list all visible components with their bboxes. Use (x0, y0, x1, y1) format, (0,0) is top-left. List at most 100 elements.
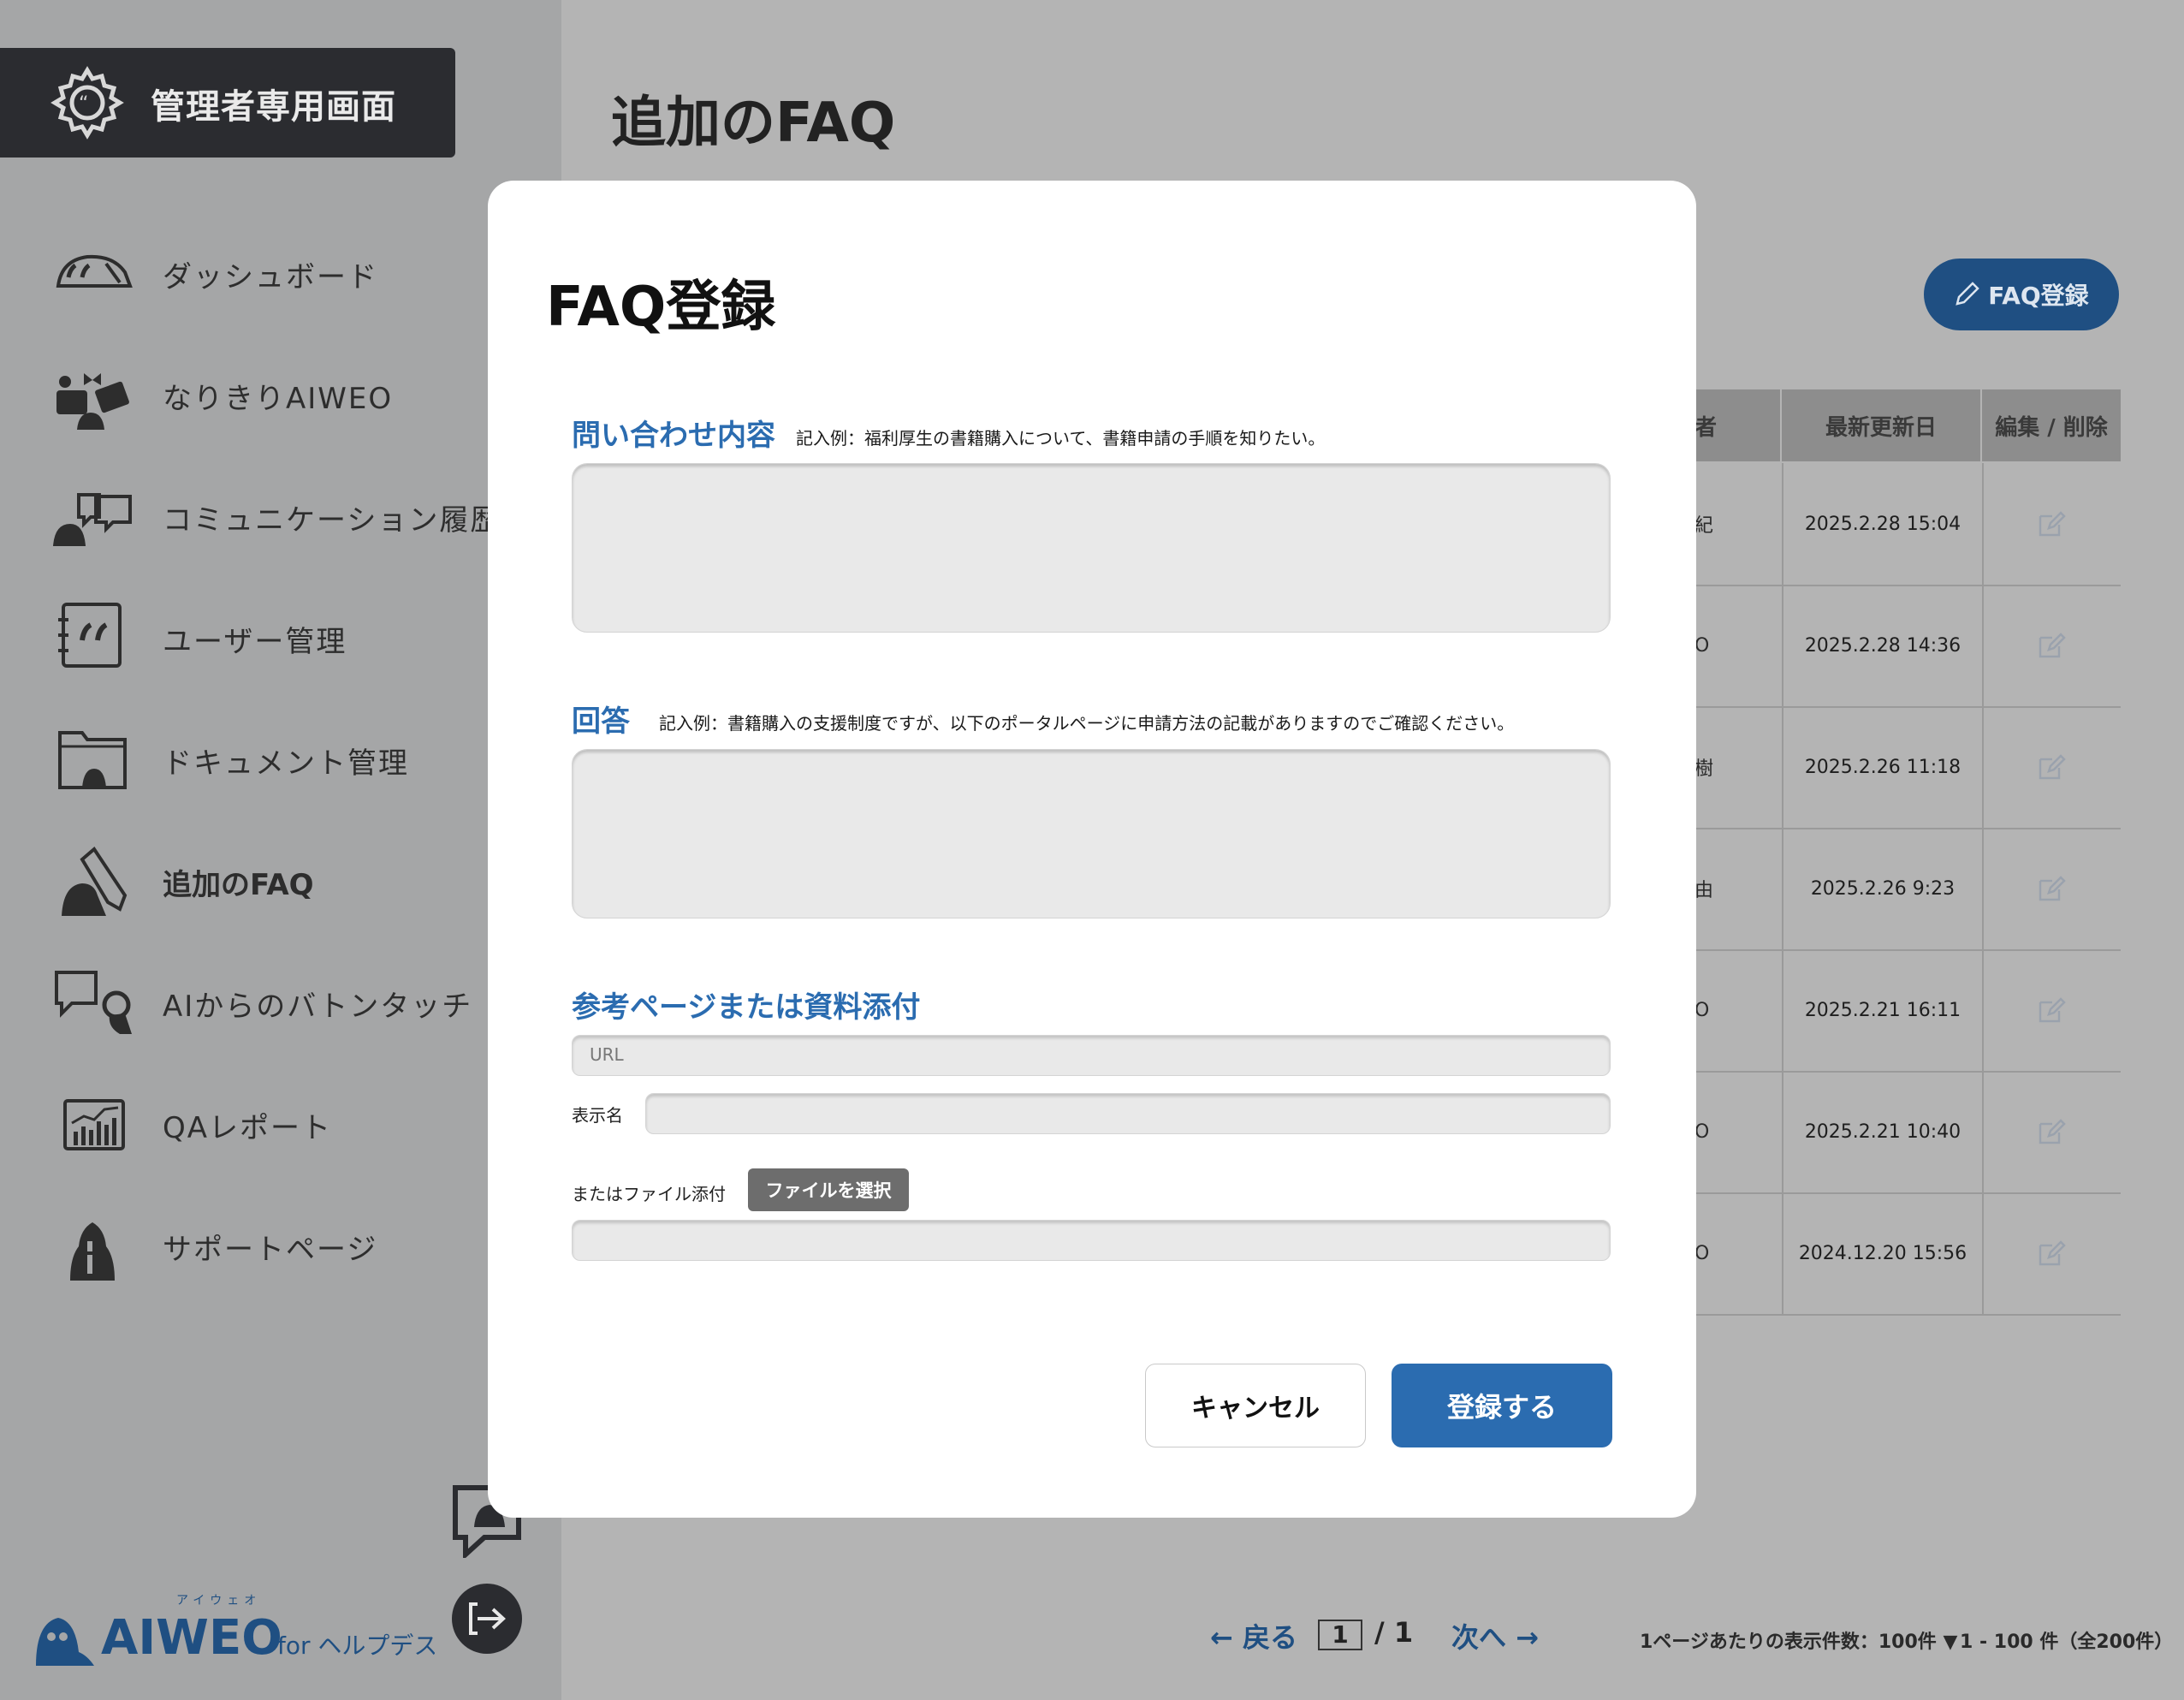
sidebar-item-qa-report[interactable]: QAレポート (0, 1072, 548, 1174)
pencil-faq-icon (62, 847, 128, 916)
sidebar-item-label: 追加のFAQ (163, 868, 314, 902)
table-row: 紀 2025.2.28 15:04 (1694, 463, 2121, 586)
admin-header: “ 管理者専用画面 (0, 48, 455, 158)
pagination-next[interactable]: 次へ → (1451, 1616, 1539, 1655)
persona-icon (56, 373, 129, 430)
cell-author: 紀 (1694, 515, 1714, 537)
edit-button[interactable] (1982, 585, 2121, 706)
sidebar-item-label: ユーザー管理 (163, 625, 347, 659)
faq-register-modal: FAQ登録 問い合わせ内容 記入例：福利厚生の書籍購入について、書籍申請の手順を… (488, 181, 1696, 1518)
logout-button[interactable] (452, 1584, 522, 1654)
column-header-edit-delete: 編集 / 削除 (1982, 389, 2121, 461)
cell-updated: 2024.12.20 15:56 (1782, 1192, 1984, 1314)
report-icon (63, 1099, 125, 1150)
logout-icon (469, 1602, 506, 1635)
sidebar-item-additional-faq[interactable]: 追加のFAQ (0, 829, 548, 931)
dashboard-icon (56, 254, 133, 288)
file-name-field (572, 1220, 1611, 1261)
svg-text:“: “ (79, 93, 88, 115)
pagination-back-label: 戻る (1242, 1621, 1297, 1654)
per-page-select[interactable]: 1ページあたりの表示件数：100件 ▼ (1640, 1626, 1957, 1654)
sidebar-item-label: AIからのバトンタッチ (163, 990, 473, 1024)
table-row: 由 2025.2.26 9:23 (1694, 828, 2121, 951)
gear-icon: “ (50, 66, 124, 140)
admin-header-title: 管理者専用画面 (151, 87, 396, 127)
baton-touch-icon (55, 971, 132, 1034)
logo-mark-icon: AIWEO アイウェオ for ヘルプデスク (36, 1594, 461, 1666)
question-textarea[interactable] (572, 463, 1611, 633)
sidebar-item-user-management[interactable]: ユーザー管理 (0, 585, 548, 688)
sidebar-item-label: サポートページ (163, 1233, 378, 1267)
table-row: 樹 2025.2.26 11:18 (1694, 706, 2121, 829)
chat-history-icon (53, 493, 132, 546)
cancel-button[interactable]: キャンセル (1145, 1364, 1366, 1447)
cell-updated: 2025.2.21 16:11 (1782, 949, 1984, 1071)
logo-brand: AIWEO (101, 1610, 282, 1666)
submit-button[interactable]: 登録する (1392, 1364, 1612, 1447)
edit-button[interactable] (1982, 706, 2121, 828)
choose-file-button[interactable]: ファイルを選択 (748, 1168, 909, 1211)
pencil-icon (1956, 282, 1980, 306)
url-placeholder: URL (590, 1044, 624, 1065)
display-name-input[interactable] (645, 1093, 1611, 1134)
edit-button[interactable] (1982, 1192, 2121, 1314)
sidebar-item-chat-history[interactable]: コミュニケーション履歴 (0, 464, 548, 567)
edit-icon (2039, 997, 2066, 1023)
cell-author: 樹 (1694, 758, 1714, 780)
modal-title: FAQ登録 (546, 276, 776, 339)
sidebar-item-label: ダッシュボード (163, 260, 378, 294)
edit-button[interactable] (1982, 949, 2121, 1071)
folder-icon (58, 731, 127, 789)
page-title: 追加のFAQ (611, 92, 896, 155)
cell-author: O (1694, 1242, 1710, 1264)
cell-updated: 2025.2.28 14:36 (1782, 585, 1984, 706)
answer-label: 回答 (572, 704, 630, 739)
logo-suffix: for ヘルプデスク (277, 1632, 435, 1660)
faq-register-label: FAQ登録 (1988, 282, 2089, 310)
table-row: O 2025.2.21 10:40 (1694, 1071, 2121, 1194)
sidebar-item-label: ドキュメント管理 (163, 746, 409, 781)
column-header-author: 者 (1694, 389, 1780, 461)
cell-updated: 2025.2.28 15:04 (1782, 463, 1984, 585)
cell-author: 由 (1694, 880, 1714, 901)
table-row: O 2025.2.28 14:36 (1694, 585, 2121, 708)
sidebar-item-label: QAレポート (163, 1111, 333, 1145)
edit-button[interactable] (1982, 463, 2121, 585)
arrow-left-icon: ← (1210, 1621, 1243, 1654)
edit-icon (2039, 633, 2066, 658)
file-attach-label: またはファイル添付 (572, 1184, 726, 1204)
cell-author: O (1694, 634, 1710, 657)
cell-author: O (1694, 1120, 1710, 1143)
pagination-back[interactable]: ← 戻る (1210, 1616, 1297, 1655)
question-label: 問い合わせ内容 (572, 419, 775, 453)
cell-author: O (1694, 999, 1710, 1021)
sidebar-item-label: なりきりAIWEO (163, 382, 394, 416)
column-header-updated: 最新更新日 (1782, 389, 1980, 461)
logo-ruby: アイウェオ (176, 1594, 261, 1608)
arrow-right-icon: → (1506, 1621, 1539, 1654)
user-management-icon (58, 603, 122, 668)
sidebar-item-label: コミュニケーション履歴 (163, 503, 501, 538)
answer-textarea[interactable] (572, 749, 1611, 918)
edit-icon (2039, 1119, 2066, 1144)
sidebar: “ 管理者専用画面 ダッシュボード なりきりAIWEO コミュニケーション履歴 (0, 0, 561, 1700)
page-number-input[interactable]: 1 (1318, 1620, 1362, 1650)
edit-icon (2039, 754, 2066, 780)
edit-button[interactable] (1982, 828, 2121, 949)
page-total: / 1 (1374, 1616, 1414, 1649)
cell-updated: 2025.2.21 10:40 (1782, 1071, 1984, 1192)
edit-icon (2039, 511, 2066, 537)
sidebar-item-documents[interactable]: ドキュメント管理 (0, 707, 548, 810)
answer-hint: 記入例：書籍購入の支援制度ですが、以下のポータルページに申請方法の記載があります… (659, 713, 1515, 734)
pagination-next-label: 次へ (1451, 1621, 1507, 1654)
sidebar-item-baton-touch[interactable]: AIからのバトンタッチ (0, 950, 548, 1053)
faq-register-button[interactable]: FAQ登録 (1924, 259, 2119, 330)
cell-updated: 2025.2.26 11:18 (1782, 706, 1984, 828)
table-row: O 2025.2.21 16:11 (1694, 949, 2121, 1073)
support-icon (70, 1222, 115, 1281)
url-input[interactable]: URL (572, 1035, 1611, 1076)
edit-button[interactable] (1982, 1071, 2121, 1192)
sidebar-item-persona[interactable]: なりきりAIWEO (0, 342, 548, 445)
sidebar-item-dashboard[interactable]: ダッシュボード (0, 221, 548, 324)
sidebar-item-support[interactable]: サポートページ (0, 1193, 548, 1296)
